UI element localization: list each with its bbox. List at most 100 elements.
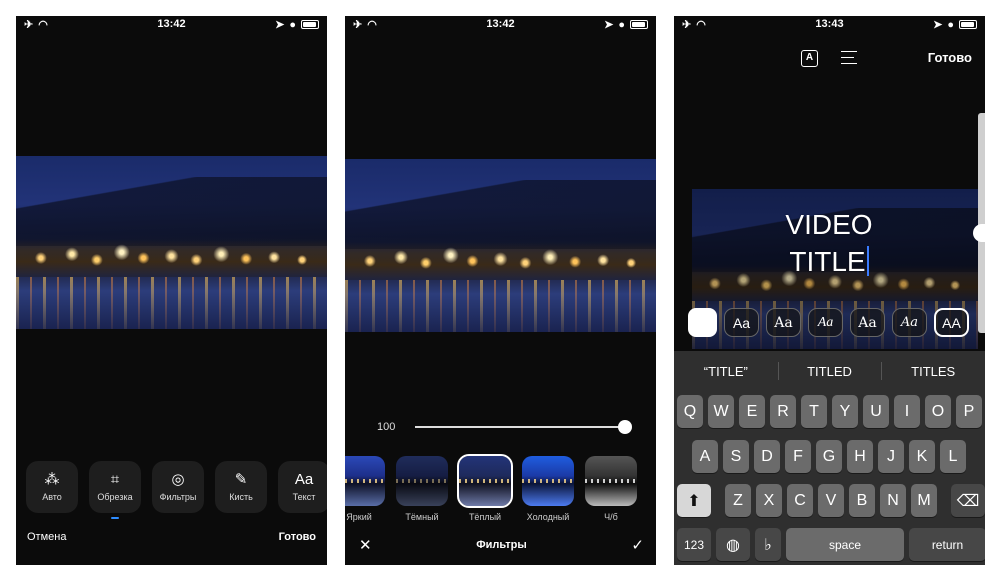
lock-rotation-icon: ● [618,18,625,31]
key[interactable]: G [816,440,842,473]
filter-dark[interactable]: Тёмный [396,456,448,522]
globe-icon: ◍ [726,536,740,554]
filters-bottom-bar: ✕ Фильтры ✓ [359,536,644,554]
key[interactable]: T [801,395,827,428]
key[interactable]: Y [832,395,858,428]
filter-cold[interactable]: Холодный [522,456,574,522]
text-editor-toolbar: A Готово [674,48,985,68]
tool-bar: ⁂ Авто ⌗ Обрезка ◎ Фильтры ✎ Кисть Aa Те… [26,461,327,519]
phone-screen-filters: ✈ ◠ 13:42 ➤ ● 100 Яркий Тёмный Тёплый Холо… [345,16,656,565]
cancel-button[interactable]: Отмена [27,531,66,543]
bottom-action-bar: Отмена Готово [27,531,316,543]
phone-screen-text-editor: ✈ ◠ 13:43 ➤ ● A Готово VIDEO TITLE Aa Aa A… [674,16,985,565]
phone-screen-edit-tools: ✈ ◠ 13:42 ➤ ● ⁂ Авто ⌗ Обрезка ◎ Фильтры ✎… [16,16,327,565]
intensity-value: 100 [377,421,396,433]
tool-text[interactable]: Aa Текст [278,461,327,513]
keyboard-row-3: ⬆ Z X C V B N M ⌫ [677,484,985,517]
battery-icon [301,20,319,29]
font-option-italic[interactable]: Aa [808,308,843,337]
magic-wand-icon: ⁂ [44,471,60,488]
suggestion-item[interactable]: TITLES [881,361,985,380]
suggestion-item[interactable]: TITLED [777,361,882,380]
key[interactable]: C [787,484,813,517]
filter-thumbnail [522,456,574,506]
globe-key[interactable]: ◍ [716,528,750,561]
done-button[interactable]: Готово [928,50,972,65]
key[interactable]: A [692,440,718,473]
font-option-serif[interactable]: Aa [766,308,801,337]
suggestion-item[interactable]: “TITLE” [674,364,778,379]
align-menu-icon[interactable] [841,51,857,64]
return-key[interactable]: return [909,528,985,561]
key[interactable]: P [956,395,982,428]
photo-preview [345,159,656,332]
key[interactable]: U [863,395,889,428]
key[interactable]: W [708,395,734,428]
key[interactable]: K [909,440,935,473]
dictation-key[interactable]: ♭ [755,528,781,561]
key[interactable]: V [818,484,844,517]
shift-icon: ⬆ [687,492,701,510]
tool-crop[interactable]: ⌗ Обрезка [89,461,141,519]
text-style-icon[interactable]: A [801,50,818,67]
shift-key[interactable]: ⬆ [677,484,711,517]
font-picker: Aa Aa Aa Aa Aa AA [688,308,973,337]
text-size-track[interactable] [978,113,985,333]
intensity-slider[interactable] [415,420,632,434]
font-option-sans[interactable]: Aa [724,308,759,337]
filters-title: Фильтры [476,539,527,551]
intensity-slider-row: 100 [377,418,632,436]
key[interactable]: N [880,484,906,517]
key[interactable]: Q [677,395,703,428]
filter-strip: Яркий Тёмный Тёплый Холодный Ч/б [345,454,637,522]
font-option-typewriter[interactable]: Aa [850,308,885,337]
key[interactable]: O [925,395,951,428]
text-size-knob[interactable] [973,224,985,242]
numbers-key[interactable]: 123 [677,528,711,561]
key[interactable]: B [849,484,875,517]
keyboard: “TITLE” TITLED TITLES Q W E R T Y U I O … [674,351,985,565]
font-option-script[interactable]: Aa [892,308,927,337]
battery-icon [630,20,648,29]
tool-auto[interactable]: ⁂ Авто [26,461,78,513]
close-icon[interactable]: ✕ [359,536,372,554]
lock-rotation-icon: ● [289,18,296,31]
tool-brush[interactable]: ✎ Кисть [215,461,267,513]
filter-bright[interactable]: Яркий [345,456,385,522]
key[interactable]: M [911,484,937,517]
text-color-swatch[interactable] [688,308,717,337]
status-bar: ✈ ◠ 13:43 ➤ ● [674,16,985,34]
key[interactable]: H [847,440,873,473]
slider-knob[interactable] [618,420,632,434]
status-bar: ✈ ◠ 13:42 ➤ ● [16,16,327,34]
backspace-key[interactable]: ⌫ [951,484,985,517]
key[interactable]: L [940,440,966,473]
done-button[interactable]: Готово [279,531,316,543]
crop-icon: ⌗ [110,471,120,488]
title-text-overlay[interactable]: VIDEO TITLE [754,206,904,280]
tool-filters[interactable]: ◎ Фильтры [152,461,204,513]
microphone-icon: ♭ [764,536,772,554]
key[interactable]: S [723,440,749,473]
key[interactable]: D [754,440,780,473]
font-option-caps[interactable]: AA [934,308,969,337]
filter-bw[interactable]: Ч/б [585,456,637,522]
suggestion-bar: “TITLE” TITLED TITLES [674,351,985,391]
keyboard-row-2: A S D F G H J K L [692,440,966,473]
checkmark-icon[interactable]: ✓ [631,536,644,554]
keyboard-row-4: 123 ◍ ♭ space return [677,528,985,561]
filter-thumbnail [396,456,448,506]
filter-thumbnail [457,454,513,508]
key[interactable]: R [770,395,796,428]
filter-warm[interactable]: Тёплый [457,454,513,522]
key[interactable]: Z [725,484,751,517]
space-key[interactable]: space [786,528,904,561]
status-bar: ✈ ◠ 13:42 ➤ ● [345,16,656,34]
key[interactable]: J [878,440,904,473]
key[interactable]: I [894,395,920,428]
key[interactable]: X [756,484,782,517]
location-icon: ➤ [604,19,614,31]
backspace-icon: ⌫ [956,492,980,510]
key[interactable]: F [785,440,811,473]
key[interactable]: E [739,395,765,428]
